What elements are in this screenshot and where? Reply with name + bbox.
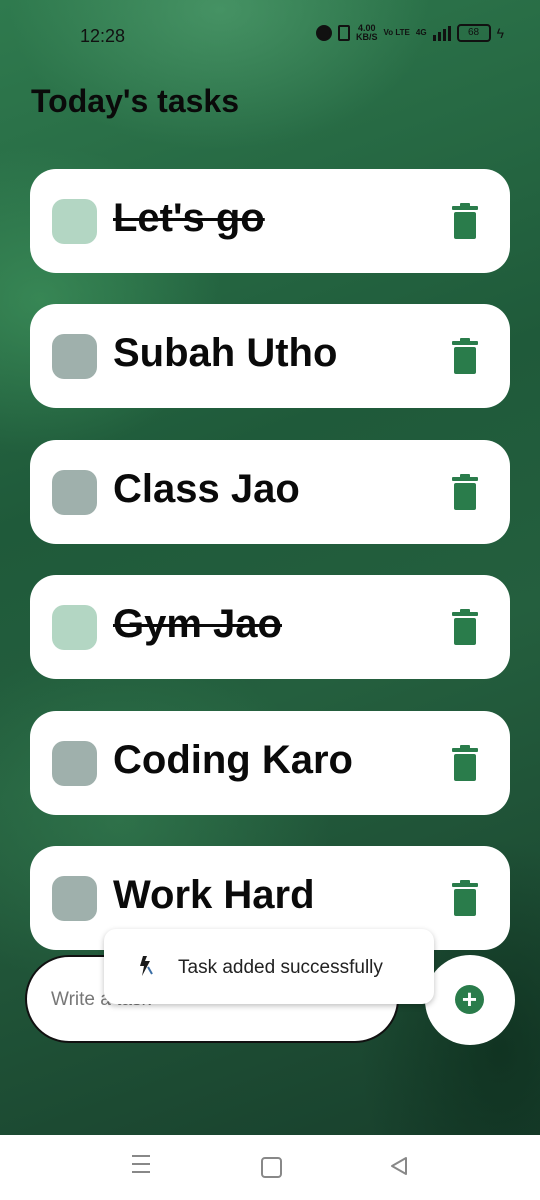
task-label: Subah Utho [113,331,338,375]
add-task-button[interactable]: + [425,955,515,1045]
trash-icon[interactable] [452,474,478,510]
task-checkbox[interactable] [52,741,97,786]
task-label: Let's go [113,196,265,240]
net-speed-unit: KB/S [356,32,378,42]
task-item[interactable]: Class Jao [30,440,510,544]
status-icons: 4.00 KB/S Vo LTE 4G 68 ϟ [316,24,504,42]
plus-circle-icon: + [455,985,484,1014]
charging-icon: ϟ [496,25,504,41]
task-checkbox[interactable] [52,334,97,379]
trash-icon[interactable] [452,880,478,916]
task-item[interactable]: Coding Karo [30,711,510,815]
alarm-icon [316,25,332,41]
task-checkbox[interactable] [52,605,97,650]
trash-icon[interactable] [452,203,478,239]
task-checkbox[interactable] [52,876,97,921]
volte-label: Vo LTE [383,28,410,37]
app-icon [140,956,153,976]
trash-icon[interactable] [452,609,478,645]
network-type: 4G [415,28,427,37]
task-label: Class Jao [113,467,300,511]
home-button[interactable] [261,1157,282,1178]
back-button[interactable] [390,1156,408,1176]
battery-icon: 68 [456,24,491,42]
toast-message: Task added successfully [178,957,383,978]
task-item[interactable]: Subah Utho [30,304,510,408]
page-title: Today's tasks [31,83,239,119]
recents-button[interactable] [132,1155,150,1179]
task-item[interactable]: Let's go [30,169,510,273]
toast: Task added successfully [104,929,434,1004]
signal-icon [432,25,451,41]
task-checkbox[interactable] [52,199,97,244]
status-time: 12:28 [80,26,126,46]
task-label: Gym Jao [113,602,282,646]
task-label: Work Hard [113,873,315,917]
trash-icon[interactable] [452,745,478,781]
vibrate-icon [338,25,350,41]
task-item[interactable]: Gym Jao [30,575,510,679]
task-checkbox[interactable] [52,470,97,515]
battery-level: 68 [468,27,480,38]
net-speed: 4.00 KB/S [356,24,378,42]
status-bar: 12:28 4.00 KB/S Vo LTE 4G 68 ϟ [0,0,540,72]
system-nav-bar [0,1135,540,1200]
task-label: Coding Karo [113,738,353,782]
trash-icon[interactable] [452,338,478,374]
